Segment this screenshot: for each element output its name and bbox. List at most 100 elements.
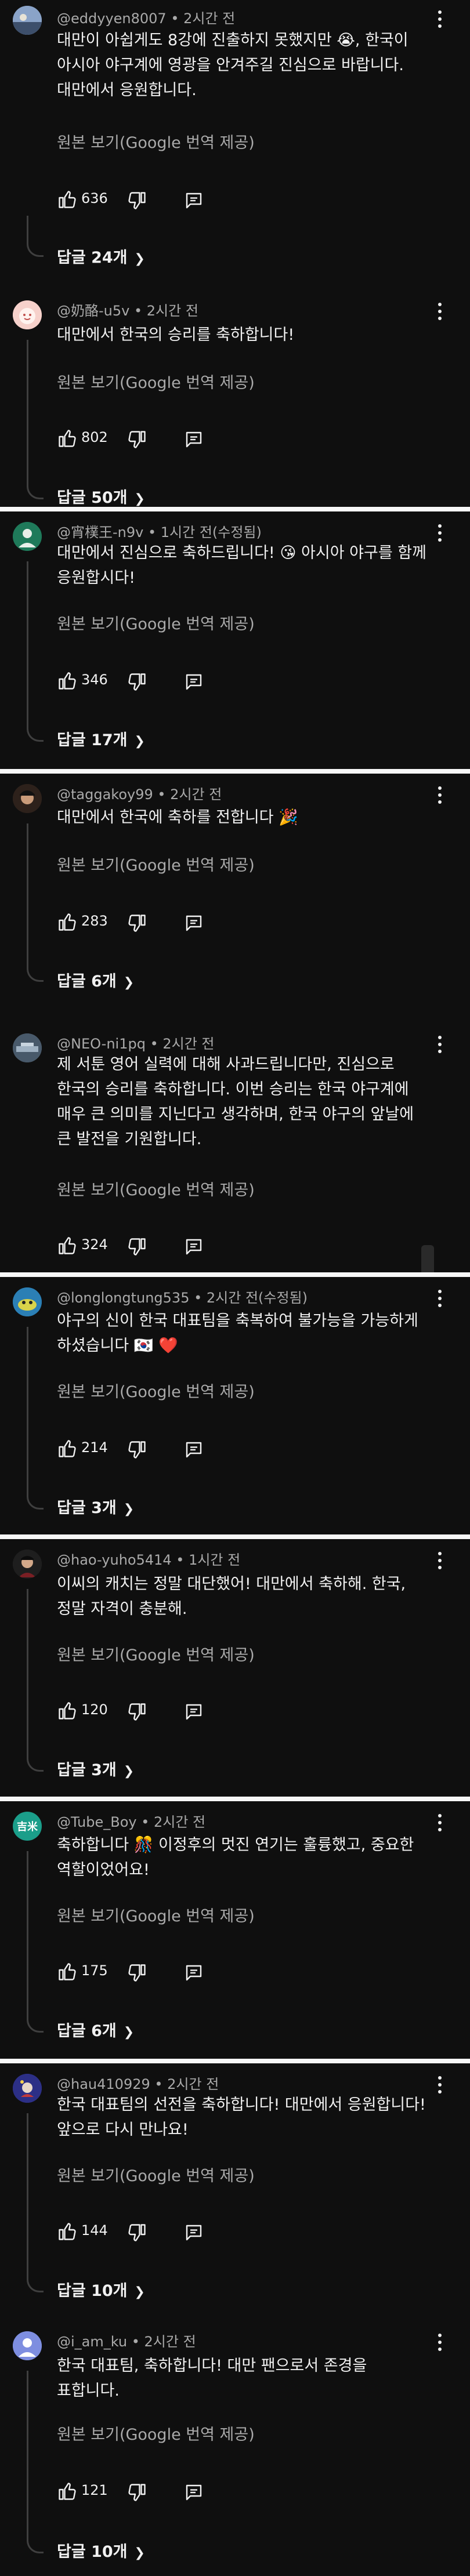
comment-meta[interactable]: @Tube_Boy • 2시간 전 (57, 1811, 205, 1831)
reply-icon[interactable] (183, 1236, 204, 1257)
comment-meta[interactable]: @hau410929 • 2시간 전 (57, 2073, 219, 2093)
like-count: 214 (81, 1439, 108, 1456)
chevron-right-icon: ❯ (134, 734, 145, 749)
view-replies-button[interactable]: 답글 10개 ❯ (57, 2539, 145, 2562)
comment-meta[interactable]: @longlongtung535 • 2시간 전(수정됨) (57, 1286, 308, 1307)
see-original-link[interactable]: 원본 보기(Google 번역 제공) (57, 2422, 255, 2444)
view-replies-button[interactable]: 답글 10개 ❯ (57, 2278, 145, 2301)
comment: @NEO-ni1pq • 2시간 전 제 서툰 영어 실력에 대해 사과드립니다… (0, 1023, 470, 1272)
reply-icon[interactable] (183, 190, 204, 211)
avatar[interactable] (13, 2331, 42, 2360)
thumbs-up-icon[interactable] (57, 912, 78, 933)
comment-text-line: 역할이었어요! (57, 1861, 150, 1879)
see-original-link[interactable]: 원본 보기(Google 번역 제공) (57, 130, 255, 153)
thumbs-down-icon[interactable] (126, 672, 147, 692)
chevron-right-icon: ❯ (134, 492, 145, 506)
thumbs-up-icon[interactable] (57, 1235, 78, 1256)
see-original-link[interactable]: 원본 보기(Google 번역 제공) (57, 852, 255, 875)
like-count: 802 (81, 429, 108, 445)
thumbs-down-icon[interactable] (126, 190, 147, 211)
comment-actions: 175 (57, 1959, 289, 1984)
see-original-link[interactable]: 원본 보기(Google 번역 제공) (57, 1177, 255, 1200)
thumbs-up-icon[interactable] (57, 1700, 78, 1721)
avatar[interactable] (13, 2074, 42, 2103)
divider (0, 507, 470, 511)
thumbs-up-icon[interactable] (57, 1438, 78, 1459)
like-count: 283 (81, 913, 108, 929)
like-count: 636 (81, 190, 108, 206)
thumbs-up-icon[interactable] (57, 189, 78, 210)
avatar-initials: 吉米 (17, 1821, 38, 1833)
view-replies-button[interactable]: 답글 3개 ❯ (57, 1757, 134, 1780)
view-replies-button[interactable]: 답글 17개 ❯ (57, 727, 145, 750)
thumbs-down-icon[interactable] (126, 1439, 147, 1460)
comment-meta[interactable]: @宵樸王-n9v • 1시간 전(수정됨) (57, 521, 262, 541)
reply-icon[interactable] (183, 2482, 204, 2503)
avatar[interactable] (13, 300, 42, 329)
comment-text-line: 대만에서 한국의 승리를 축하합니다! (57, 326, 295, 344)
comment-text-line: 이씨의 캐치는 정말 대단했어! 대만에서 축하해. 한국, (57, 1575, 406, 1593)
avatar[interactable] (13, 784, 42, 813)
thumbs-up-icon[interactable] (57, 1961, 78, 1982)
reply-icon[interactable] (183, 2222, 204, 2243)
thumbs-up-icon[interactable] (57, 428, 78, 449)
avatar[interactable] (13, 1033, 42, 1062)
comment-meta[interactable]: @i_am_ku • 2시간 전 (57, 2330, 196, 2350)
replies-label: 답글 6개 (57, 2022, 117, 2040)
avatar[interactable] (13, 1550, 42, 1579)
comment-text: 한국 대표팀의 선전을 축하합니다! 대만에서 응원합니다! 앞으로 다시 만나… (57, 2092, 446, 2142)
comment-text-line: 아시아 야구계에 영광을 안겨주길 진심으로 바랍니다. (57, 56, 404, 74)
thumbs-down-icon[interactable] (126, 1236, 147, 1257)
comment-meta[interactable]: @taggakoy99 • 2시간 전 (57, 783, 222, 803)
see-original-link[interactable]: 원본 보기(Google 번역 제공) (57, 1903, 255, 1926)
view-replies-button[interactable]: 답글 6개 ❯ (57, 2018, 134, 2041)
comment-text-line: 한국의 승리를 축하합니다. 이번 승리는 한국 야구계에 (57, 1080, 409, 1098)
thumbs-up-icon[interactable] (57, 2481, 78, 2502)
view-replies-button[interactable]: 답글 24개 ❯ (57, 245, 145, 267)
comment: @i_am_ku • 2시간 전 한국 대표팀, 축하합니다! 대만 팬으로서 … (0, 2321, 470, 2576)
see-original-link[interactable]: 원본 보기(Google 번역 제공) (57, 2163, 255, 2186)
comment-actions: 214 (57, 1436, 289, 1461)
thumbs-up-icon[interactable] (57, 670, 78, 691)
comment-actions: 802 (57, 426, 289, 451)
thumbs-down-icon[interactable] (126, 429, 147, 450)
comment-meta[interactable]: @奶酪-u5v • 2시간 전 (57, 299, 198, 320)
view-replies-button[interactable]: 답글 6개 ❯ (57, 968, 134, 991)
view-replies-button[interactable]: 답글 3개 ❯ (57, 1495, 134, 1518)
divider (0, 1272, 470, 1277)
reply-icon[interactable] (183, 1439, 204, 1460)
thumbs-down-icon[interactable] (126, 2482, 147, 2503)
chevron-right-icon: ❯ (134, 2285, 145, 2299)
comment-meta[interactable]: @hao-yuho5414 • 1시간 전 (57, 1548, 240, 1569)
thumbs-down-icon[interactable] (126, 2222, 147, 2243)
see-original-link[interactable]: 원본 보기(Google 번역 제공) (57, 1642, 255, 1665)
reply-icon[interactable] (183, 1701, 204, 1722)
see-original-link[interactable]: 원본 보기(Google 번역 제공) (57, 370, 255, 393)
reply-icon[interactable] (183, 429, 204, 450)
see-original-link[interactable]: 원본 보기(Google 번역 제공) (57, 611, 255, 634)
thumbs-down-icon[interactable] (126, 1701, 147, 1722)
reply-icon[interactable] (183, 672, 204, 692)
see-original-link[interactable]: 원본 보기(Google 번역 제공) (57, 1379, 255, 1402)
reply-icon[interactable] (183, 913, 204, 934)
thumbs-up-icon[interactable] (57, 2221, 78, 2242)
avatar[interactable] (13, 6, 42, 35)
chevron-right-icon: ❯ (123, 1764, 135, 1779)
comment-actions: 636 (57, 187, 289, 212)
comment-meta[interactable]: @NEO-ni1pq • 2시간 전 (57, 1032, 215, 1053)
divider (0, 1534, 470, 1539)
avatar[interactable] (13, 522, 42, 551)
thumbs-down-icon[interactable] (126, 913, 147, 934)
comment: @奶酪-u5v • 2시간 전 대만에서 한국의 승리를 축하합니다! 원본 보… (0, 290, 470, 507)
avatar[interactable]: 吉米 (13, 1812, 42, 1841)
thumbs-down-icon[interactable] (126, 1962, 147, 1983)
avatar[interactable] (13, 1287, 42, 1316)
view-replies-button[interactable]: 답글 50개 ❯ (57, 485, 145, 507)
like-count: 175 (81, 1962, 108, 1979)
like-count: 120 (81, 1701, 108, 1718)
comment-text-line: 응원합시다! (57, 569, 136, 587)
reply-thread-line (27, 561, 44, 742)
comment-meta[interactable]: @eddyyen8007 • 2시간 전 (57, 7, 235, 27)
replies-label: 답글 6개 (57, 973, 117, 991)
reply-icon[interactable] (183, 1962, 204, 1983)
